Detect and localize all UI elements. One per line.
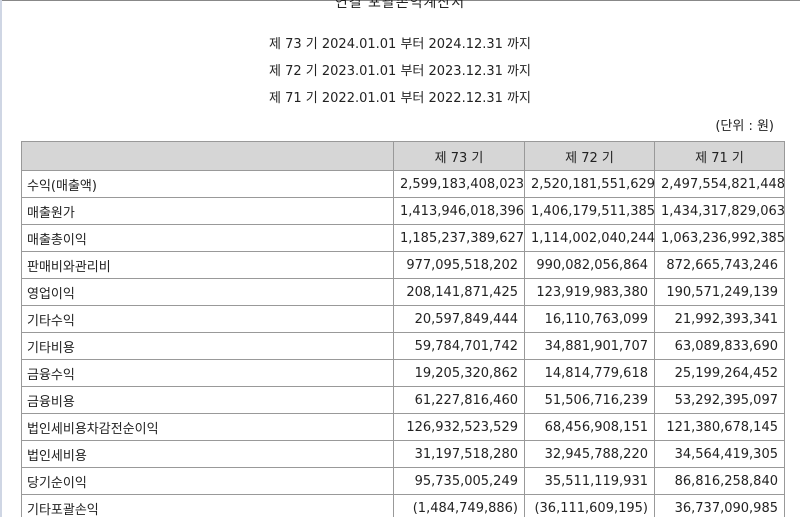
header-item [21,141,394,171]
value-cell: 53,292,395,097 [654,386,785,414]
value-cell: 990,082,056,864 [524,251,655,279]
table-row: 금융수익 19,205,320,862 14,814,779,618 25,199,2… [21,359,785,387]
period-line-71: 제 71 기 2022.01.01 부터 2022.12.31 까지 [269,91,531,106]
document-title: 연결 포괄손익계산서 [334,0,466,11]
value-cell: 31,197,518,280 [393,440,525,468]
row-label: 당기순이익 [21,467,394,495]
value-cell: 51,506,716,239 [524,386,655,414]
value-cell: 34,881,901,707 [524,332,655,360]
value-cell: 68,456,908,151 [524,413,655,441]
row-label: 영업이익 [21,278,394,306]
value-cell: 86,816,258,840 [654,467,785,495]
value-cell: 872,665,743,246 [654,251,785,279]
table-row: 매출총이익 1,185,237,389,627 1,114,002,040,244 1… [21,224,785,252]
value-cell: 977,095,518,202 [393,251,525,279]
value-cell: 32,945,788,220 [524,440,655,468]
value-cell: 59,784,701,742 [393,332,525,360]
row-label: 법인세비용 [21,440,394,468]
value-cell: 35,511,119,931 [524,467,655,495]
value-cell: 208,141,871,425 [393,278,525,306]
value-cell: 190,571,249,139 [654,278,785,306]
table-row: 당기순이익 95,735,005,249 35,511,119,931 86,816,… [21,467,785,495]
value-cell: 25,199,264,452 [654,359,785,387]
row-label: 판매비와관리비 [21,251,394,279]
header-period-72: 제 72 기 [524,141,655,171]
value-cell: 126,932,523,529 [393,413,525,441]
value-cell: 1,434,317,829,063 [654,197,785,225]
value-cell: 2,497,554,821,448 [654,170,785,198]
table-header-row: 제 73 기 제 72 기 제 71 기 [21,141,785,171]
value-cell: 1,413,946,018,396 [393,197,525,225]
period-line-72: 제 72 기 2023.01.01 부터 2023.12.31 까지 [269,64,531,79]
value-cell: 123,919,983,380 [524,278,655,306]
row-label: 법인세비용차감전순이익 [21,413,394,441]
value-cell: 14,814,779,618 [524,359,655,387]
value-cell: 1,406,179,511,385 [524,197,655,225]
value-cell: 36,737,090,985 [654,494,785,517]
row-label: 금융수익 [21,359,394,387]
period-line-73: 제 73 기 2024.01.01 부터 2024.12.31 까지 [269,37,531,52]
value-cell: 1,063,236,992,385 [654,224,785,252]
row-label: 기타비용 [21,332,394,360]
row-label: 기타수익 [21,305,394,333]
table-row: 법인세비용차감전순이익 126,932,523,529 68,456,908,151… [21,413,785,441]
row-label: 수익(매출액) [21,170,394,198]
value-cell: 1,185,237,389,627 [393,224,525,252]
value-cell: 61,227,816,460 [393,386,525,414]
value-cell: (1,484,749,886) [393,494,525,517]
value-cell: 63,089,833,690 [654,332,785,360]
table-row: 매출원가 1,413,946,018,396 1,406,179,511,385 1,… [21,197,785,225]
unit-label: (단위 : 원) [715,119,774,134]
value-cell: 95,735,005,249 [393,467,525,495]
value-cell: 20,597,849,444 [393,305,525,333]
value-cell: 19,205,320,862 [393,359,525,387]
value-cell: 34,564,419,305 [654,440,785,468]
table-row: 법인세비용 31,197,518,280 32,945,788,220 34,564,… [21,440,785,468]
value-cell: (36,111,609,195) [524,494,655,517]
table-row: 기타비용 59,784,701,742 34,881,901,707 63,089,8… [21,332,785,360]
value-cell: 121,380,678,145 [654,413,785,441]
row-label: 매출원가 [21,197,394,225]
value-cell: 2,599,183,408,023 [393,170,525,198]
table-row: 금융비용 61,227,816,460 51,506,716,239 53,292,3… [21,386,785,414]
table-row: 영업이익 208,141,871,425 123,919,983,380 190,57… [21,278,785,306]
value-cell: 1,114,002,040,244 [524,224,655,252]
table-row: 판매비와관리비 977,095,518,202 990,082,056,864 872… [21,251,785,279]
row-label: 매출총이익 [21,224,394,252]
income-statement-table: 제 73 기 제 72 기 제 71 기 수익(매출액) 2,599,183,40… [21,141,785,517]
value-cell: 21,992,393,341 [654,305,785,333]
table-body: 수익(매출액) 2,599,183,408,023 2,520,181,551,62… [21,170,785,517]
header-period-71: 제 71 기 [654,141,785,171]
table-row: 기타수익 20,597,849,444 16,110,763,099 21,992,3… [21,305,785,333]
page: 연결 포괄손익계산서 제 73 기 2024.01.01 부터 2024.12.… [0,0,800,517]
row-label: 기타포괄손익 [21,494,394,517]
header-period-73: 제 73 기 [393,141,525,171]
row-label: 금융비용 [21,386,394,414]
value-cell: 16,110,763,099 [524,305,655,333]
table-row: 수익(매출액) 2,599,183,408,023 2,520,181,551,62… [21,170,785,198]
table-row: 기타포괄손익 (1,484,749,886) (36,111,609,195) 36,… [21,494,785,517]
value-cell: 2,520,181,551,629 [524,170,655,198]
